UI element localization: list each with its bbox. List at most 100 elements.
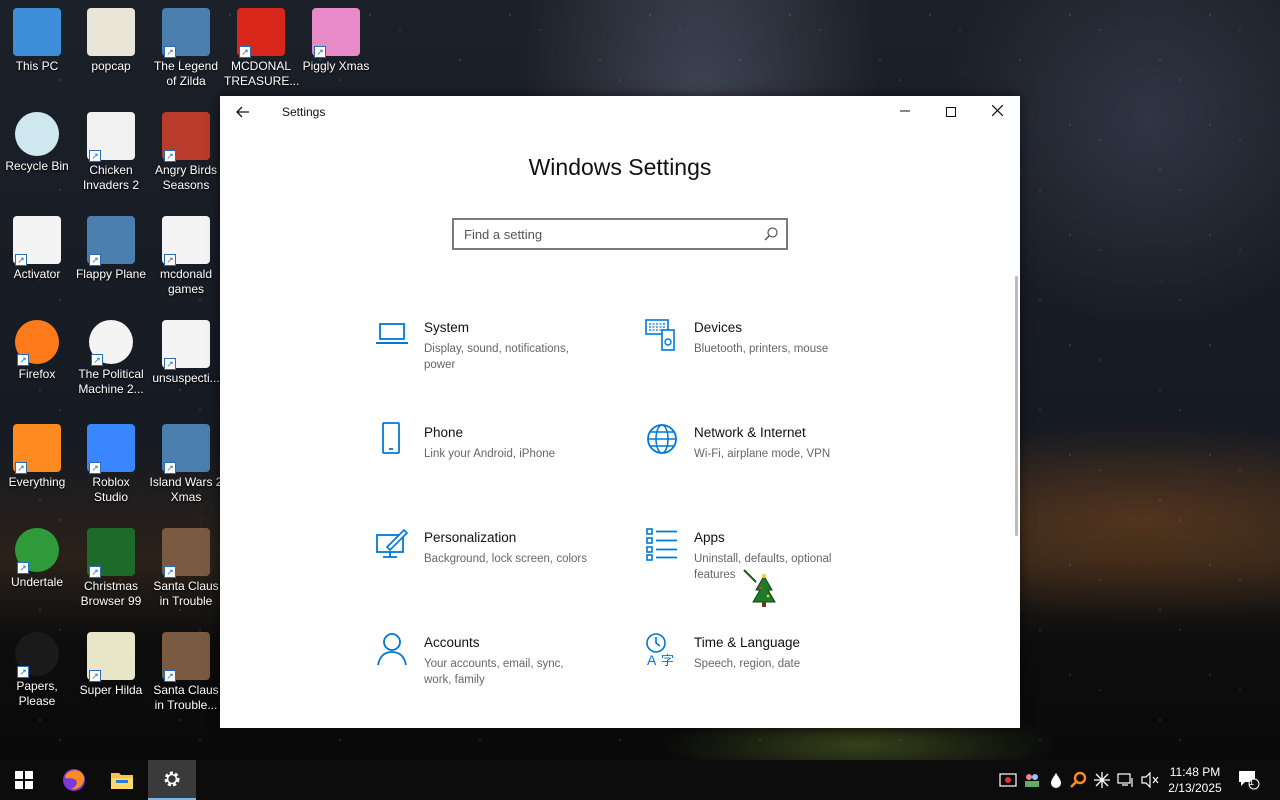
category-devices[interactable]: Devices Bluetooth, printers, mouse (644, 316, 884, 396)
desktop-icon[interactable]: ↗ Angry Birds Seasons (149, 112, 223, 193)
search-icon[interactable] (762, 225, 780, 243)
firefox-icon (63, 769, 85, 791)
category-name: Phone (424, 425, 464, 440)
desktop-icon-label: Activator (13, 267, 61, 281)
shortcut-arrow-icon: ↗ (89, 150, 101, 162)
category-description: Your accounts, email, sync, work, family (424, 658, 564, 686)
title-bar[interactable]: Settings (220, 96, 1020, 128)
desktop-icon[interactable]: ↗ mcdonald games (149, 216, 223, 297)
desktop-icon[interactable]: ↗ Roblox Studio (74, 424, 148, 505)
category-personalization[interactable]: Personalization Background, lock screen, … (374, 526, 614, 606)
taskbar-settings[interactable] (148, 760, 196, 800)
desktop-icon[interactable]: This PC (0, 8, 74, 74)
category-accounts[interactable]: Accounts Your accounts, email, sync, work… (374, 631, 614, 711)
desktop-icon[interactable]: ↗ The Legend of Zilda (149, 8, 223, 89)
maximize-button[interactable] (928, 96, 974, 128)
desktop-icon[interactable]: ↗ Flappy Plane (74, 216, 148, 282)
phone-icon (374, 421, 410, 457)
tray-network[interactable] (1116, 770, 1136, 790)
category-time-language[interactable]: A 字 Time & Language Speech, region, date (644, 631, 884, 711)
desktop-icon-label: Flappy Plane (75, 267, 147, 281)
game-icon: ↗ (162, 8, 210, 58)
christmas-tree-icon: ↗ (87, 528, 135, 578)
desktop-icon[interactable]: ↗ The Political Machine 2... (74, 320, 148, 397)
category-name: Devices (694, 320, 743, 335)
desktop-icon-label: Chicken Invaders 2 (82, 163, 140, 192)
computer-icon (13, 8, 61, 56)
apps-list-icon (644, 526, 680, 562)
category-network-internet[interactable]: Network & Internet Wi-Fi, airplane mode, … (644, 421, 884, 501)
clock-date: 2/13/2025 (1168, 781, 1222, 795)
category-phone[interactable]: Phone Link your Android, iPhone (374, 421, 614, 501)
desktop-icon[interactable]: ↗ Piggly Xmas (299, 8, 373, 74)
desktop-icon[interactable]: ↗ MCDONAL TREASURE... (224, 8, 300, 89)
desktop-icon[interactable]: ↗ Chicken Invaders 2 (74, 112, 148, 193)
shortcut-arrow-icon: ↗ (89, 462, 101, 474)
file-icon: ↗ (13, 216, 61, 266)
desktop-icon[interactable]: ↗ Santa Claus in Trouble (149, 528, 223, 609)
category-description: Uninstall, defaults, optional features (694, 553, 832, 581)
shortcut-arrow-icon: ↗ (164, 46, 176, 58)
desktop-icon[interactable]: ↗ Activator (0, 216, 74, 282)
time-language-icon: A字 (644, 631, 680, 669)
taskbar-firefox[interactable] (50, 760, 98, 800)
christmas-tree-cursor-icon (743, 569, 776, 607)
shortcut-arrow-icon: ↗ (15, 462, 27, 474)
desktop-icon-label: Undertale (10, 575, 64, 589)
category-description: Background, lock screen, colors (424, 553, 587, 565)
tray-volume[interactable] (1140, 770, 1160, 790)
desktop-icon-label: Island Wars 2 Xmas (149, 475, 223, 504)
search-app-icon (1070, 771, 1087, 788)
person-icon (374, 631, 410, 667)
desktop-icon[interactable]: ↗ unsuspecti... (149, 320, 223, 386)
desktop-icon-label: Piggly Xmas (302, 59, 370, 73)
search-input[interactable] (464, 220, 754, 248)
desktop-icon-label: Angry Birds Seasons (154, 163, 218, 192)
pig-game-icon: ↗ (312, 8, 360, 58)
taskbar-file-explorer[interactable] (98, 760, 146, 800)
desktop-icon-label: MCDONAL TREASURE... (224, 59, 300, 88)
category-description: Display, sound, notifications, power (424, 343, 569, 371)
desktop-icon[interactable]: popcap (74, 8, 148, 74)
back-button[interactable] (230, 102, 256, 124)
start-button[interactable] (0, 760, 48, 800)
desktop-icon[interactable]: ↗ Christmas Browser 99 (74, 528, 148, 609)
page-title: Windows Settings (528, 154, 712, 180)
desktop-icon[interactable]: ↗ Everything (0, 424, 74, 490)
clock[interactable]: 11:48 PM 2/13/2025 (1162, 764, 1228, 796)
action-center-button[interactable]: 1 (1236, 770, 1262, 790)
game-icon: ↗ (87, 216, 135, 266)
desktop-icon[interactable]: ↗ Super Hilda (74, 632, 148, 698)
shortcut-arrow-icon: ↗ (164, 670, 176, 682)
political-game-icon: ↗ (89, 320, 133, 366)
desktop-icon[interactable]: ↗ Firefox (0, 320, 74, 382)
category-description: Speech, region, date (694, 658, 801, 670)
close-button[interactable] (974, 96, 1020, 128)
desktop-icon[interactable]: ↗ Papers, Please (0, 632, 74, 709)
desktop-icon-label: The Political Machine 2... (78, 367, 144, 396)
network-icon (1117, 773, 1133, 787)
search-box[interactable] (452, 218, 788, 250)
undertale-icon: ↗ (15, 528, 59, 574)
notification-count: 1 (1249, 777, 1255, 787)
pixel-game-icon: ↗ (87, 632, 135, 682)
tray-bluetooth[interactable] (1092, 770, 1112, 790)
keyboard-devices-icon (644, 316, 680, 352)
scrollbar[interactable] (1015, 276, 1018, 536)
category-description: Link your Android, iPhone (424, 448, 556, 460)
desktop-icon[interactable]: Recycle Bin (0, 112, 74, 174)
desktop-icon[interactable]: ↗ Santa Claus in Trouble... (149, 632, 223, 713)
tray-droplet[interactable] (1046, 770, 1066, 790)
shortcut-arrow-icon: ↗ (89, 254, 101, 266)
taskbar: 11:48 PM 2/13/2025 1 (0, 760, 1280, 800)
shortcut-arrow-icon: ↗ (314, 46, 326, 58)
tray-security[interactable] (998, 770, 1018, 790)
desktop-icon-label: Everything (8, 475, 66, 489)
desktop-icon[interactable]: ↗ Island Wars 2 Xmas (149, 424, 223, 505)
tray-people[interactable] (1022, 770, 1042, 790)
category-system[interactable]: System Display, sound, notifications, pow… (374, 316, 614, 396)
svg-text:字: 字 (661, 654, 674, 667)
minimize-button[interactable] (882, 96, 928, 128)
tray-everything[interactable] (1068, 770, 1088, 790)
desktop-icon[interactable]: ↗ Undertale (0, 528, 74, 590)
